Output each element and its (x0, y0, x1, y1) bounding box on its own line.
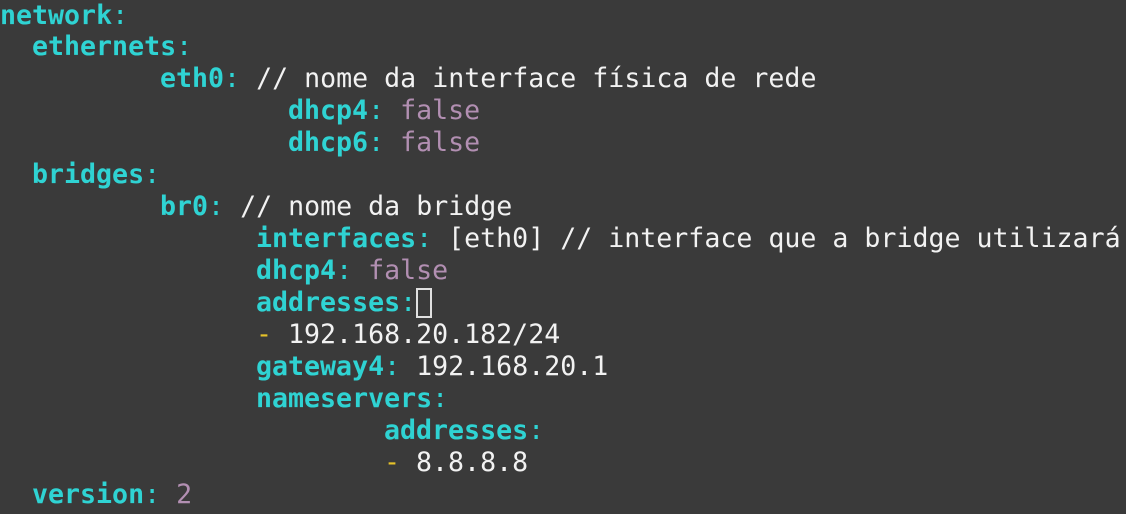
yaml-colon: : (112, 0, 129, 31)
yaml-key: nameservers (256, 383, 433, 414)
yaml-key: version (32, 479, 145, 510)
yaml-line-br0: br0: // nome da bridge (160, 191, 512, 223)
code-editor[interactable]: network: ethernets: eth0: // nome da int… (0, 0, 1126, 514)
yaml-key: gateway4 (256, 351, 385, 382)
yaml-colon: : (416, 223, 449, 254)
yaml-colon: : (224, 63, 241, 94)
yaml-line-addresses: addresses: (256, 287, 433, 319)
yaml-colon: : (144, 479, 177, 510)
yaml-key: network (0, 0, 113, 31)
yaml-line-nameservers: nameservers: (256, 383, 448, 415)
yaml-colon: : (176, 31, 193, 62)
yaml-line-version: version: 2 (32, 479, 192, 511)
yaml-line-br0-dhcp4: dhcp4: false (256, 255, 448, 287)
yaml-line-ns-item: - 8.8.8.8 (384, 447, 528, 479)
yaml-line-eth0: eth0: // nome da interface física de red… (160, 63, 816, 95)
yaml-line-bridges: bridges: (32, 159, 160, 191)
yaml-line-ns-addresses: addresses: (384, 415, 544, 447)
yaml-comment: // nome da interface física de rede (240, 63, 817, 94)
yaml-colon: : (368, 95, 401, 126)
yaml-key: addresses (384, 415, 529, 446)
yaml-number-value: 2 (176, 479, 193, 510)
yaml-value: 192.168.20.182/24 (272, 319, 561, 350)
yaml-colon: : (368, 127, 401, 158)
yaml-boolean-value: false (368, 255, 449, 286)
yaml-colon: : (400, 287, 417, 318)
yaml-value: [eth0] // interface que a bridge utiliza… (448, 223, 1121, 254)
yaml-value: 8.8.8.8 (400, 447, 529, 478)
yaml-colon: : (144, 159, 161, 190)
yaml-line-dhcp6: dhcp6: false (288, 127, 480, 159)
yaml-line-gateway4: gateway4: 192.168.20.1 (256, 351, 608, 383)
text-cursor (416, 288, 433, 318)
yaml-colon: : (336, 255, 369, 286)
yaml-line-dhcp4: dhcp4: false (288, 95, 480, 127)
yaml-list-dash: - (384, 447, 401, 478)
yaml-comment: // nome da bridge (224, 191, 513, 222)
yaml-boolean-value: false (400, 127, 481, 158)
yaml-colon: : (432, 383, 449, 414)
yaml-key: addresses (256, 287, 401, 318)
yaml-key: dhcp4 (256, 255, 337, 286)
yaml-list-dash: - (256, 319, 273, 350)
yaml-colon: : (208, 191, 225, 222)
yaml-colon: : (384, 351, 417, 382)
yaml-line-address-item: - 192.168.20.182/24 (256, 319, 560, 351)
yaml-line-ethernets: ethernets: (32, 31, 192, 63)
yaml-line-interfaces: interfaces: [eth0] // interface que a br… (256, 223, 1121, 255)
yaml-key: dhcp4 (288, 95, 369, 126)
yaml-key: br0 (160, 191, 209, 222)
yaml-key: bridges (32, 159, 145, 190)
yaml-value: 192.168.20.1 (416, 351, 609, 382)
yaml-key: ethernets (32, 31, 177, 62)
yaml-key: interfaces (256, 223, 417, 254)
yaml-line-network: network: (0, 0, 128, 32)
yaml-colon: : (528, 415, 545, 446)
yaml-key: dhcp6 (288, 127, 369, 158)
yaml-boolean-value: false (400, 95, 481, 126)
yaml-key: eth0 (160, 63, 225, 94)
